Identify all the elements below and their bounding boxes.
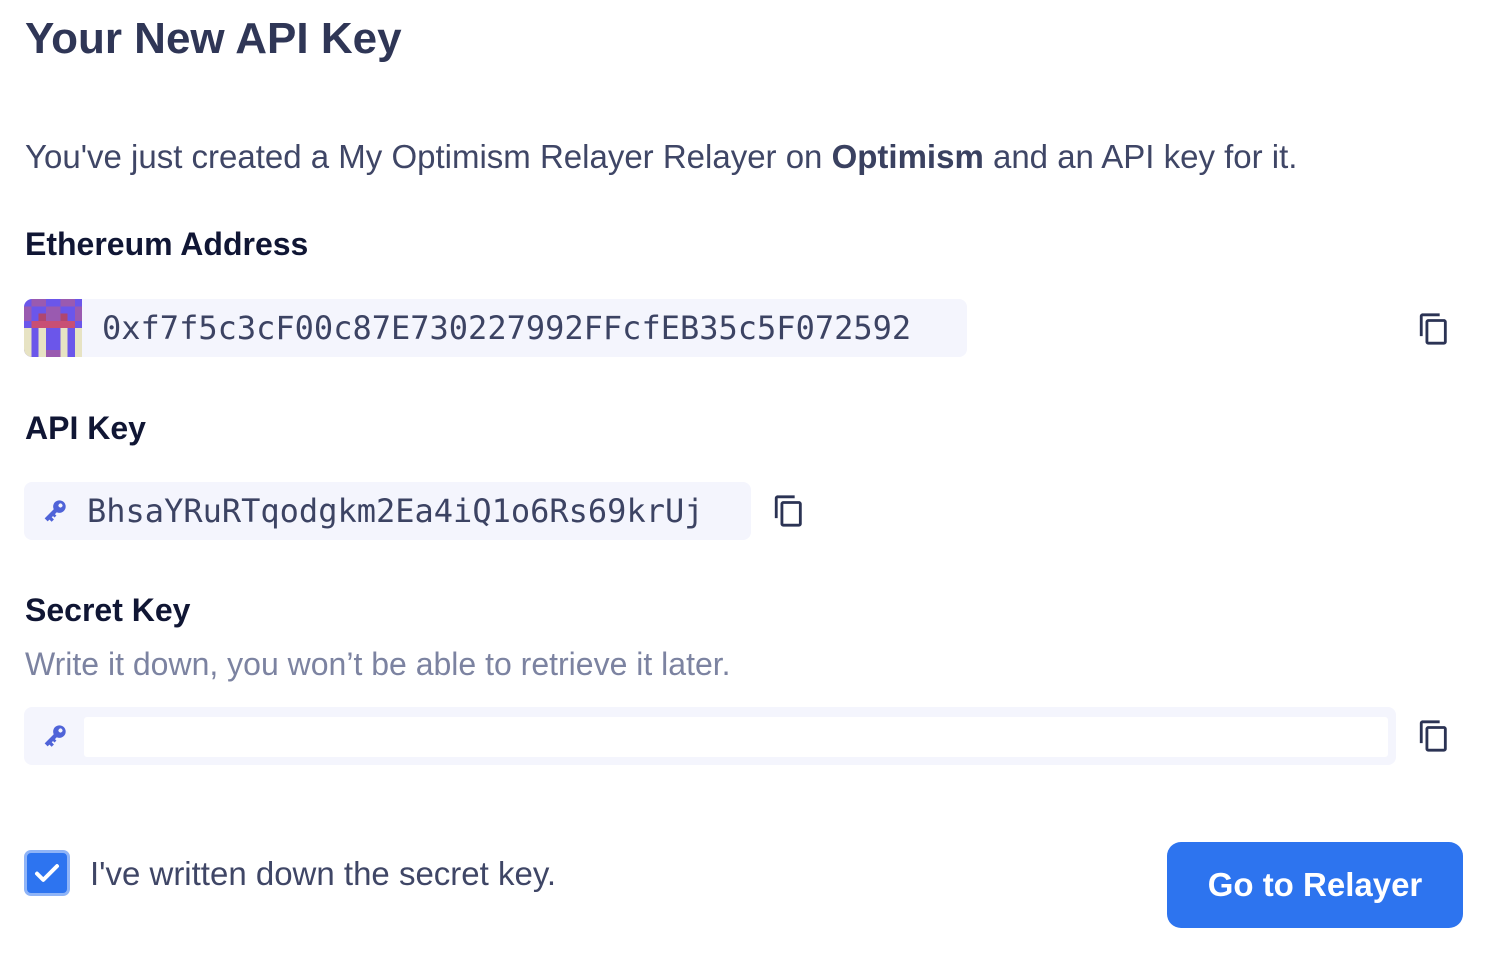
confirm-checkbox[interactable] <box>24 850 70 896</box>
confirm-checkbox-label[interactable]: I've written down the secret key. <box>90 855 556 893</box>
secret-key-hint: Write it down, you won’t be able to retr… <box>25 646 731 682</box>
copy-secret-key-button[interactable] <box>1416 718 1452 754</box>
copy-api-key-button[interactable] <box>771 493 807 529</box>
api-key-field: BhsaYRuRTqodgkm2Ea4iQ1o6Rs69krUj <box>24 482 751 540</box>
ethereum-address-value: 0xf7f5c3cF00c87E730227992FFcfEB35c5F0725… <box>102 309 912 347</box>
intro-prefix: You've just created a My Optimism Relaye… <box>25 138 832 175</box>
identicon-avatar <box>24 299 82 357</box>
api-key-label: API Key <box>25 410 146 446</box>
ethereum-address-field: 0xf7f5c3cF00c87E730227992FFcfEB35c5F0725… <box>24 299 967 357</box>
copy-address-button[interactable] <box>1416 311 1452 347</box>
go-to-relayer-button[interactable]: Go to Relayer <box>1167 842 1463 928</box>
key-icon <box>40 721 70 751</box>
secret-key-input[interactable] <box>84 717 1388 757</box>
intro-text: You've just created a My Optimism Relaye… <box>25 138 1297 176</box>
copy-icon <box>774 495 802 527</box>
intro-network: Optimism <box>831 138 984 175</box>
copy-icon <box>1419 313 1447 345</box>
secret-key-label: Secret Key <box>25 592 191 628</box>
checkmark-icon <box>35 864 59 882</box>
page-title: Your New API Key <box>25 14 402 63</box>
ethereum-address-label: Ethereum Address <box>25 226 309 262</box>
copy-icon <box>1419 720 1447 752</box>
key-icon <box>40 496 70 526</box>
intro-suffix: and an API key for it. <box>983 138 1298 175</box>
api-key-value: BhsaYRuRTqodgkm2Ea4iQ1o6Rs69krUj <box>87 492 704 530</box>
